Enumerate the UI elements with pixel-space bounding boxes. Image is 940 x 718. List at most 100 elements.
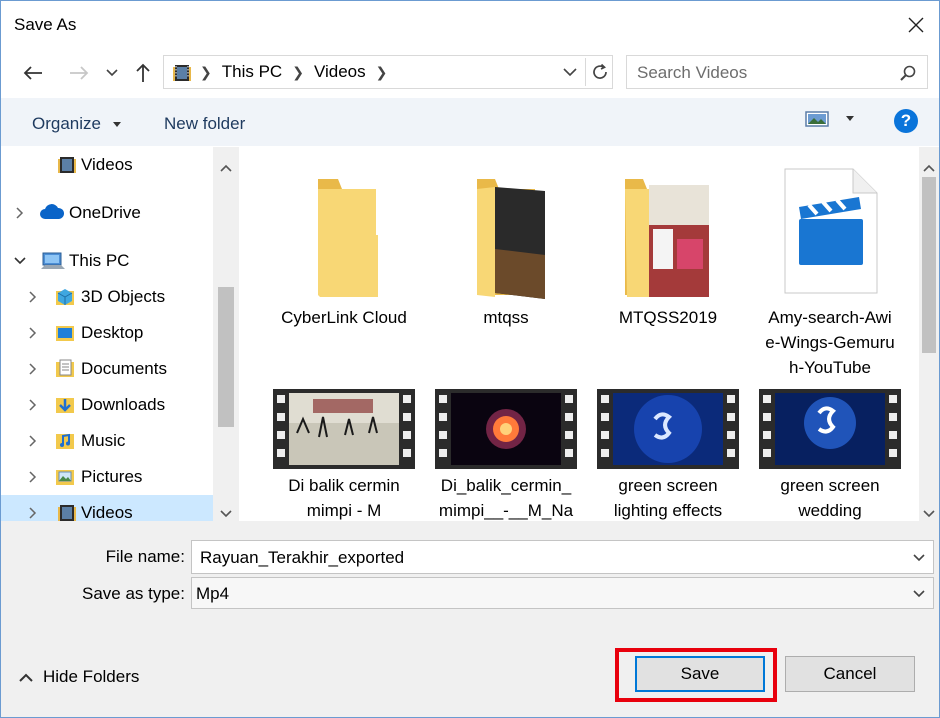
tree-label: Music bbox=[81, 431, 126, 450]
file-name-field[interactable]: Rayuan_Terakhir_exported bbox=[191, 540, 934, 574]
file-name: MTQSS2019 bbox=[587, 305, 749, 330]
help-icon[interactable]: ? bbox=[894, 109, 918, 133]
chevron-down-icon[interactable] bbox=[911, 586, 927, 602]
chevron-right-icon[interactable] bbox=[26, 362, 40, 376]
save-as-type-label: Save as type: bbox=[81, 584, 185, 603]
videos-folder-icon bbox=[172, 63, 192, 88]
cloud-icon bbox=[39, 203, 65, 223]
file-name-line: wedding bbox=[798, 501, 862, 520]
scroll-down-icon[interactable] bbox=[220, 503, 232, 521]
tree-item-desktop[interactable]: Desktop bbox=[1, 315, 213, 351]
chevron-down-icon[interactable] bbox=[13, 254, 27, 268]
scroll-down-icon[interactable] bbox=[923, 503, 935, 523]
file-item-video[interactable]: Di_balik_cermin_ mimpi__-__M_Na bbox=[425, 389, 587, 521]
file-name-line: mtqss bbox=[483, 308, 529, 327]
organize-label: Organize bbox=[32, 114, 101, 133]
chevron-right-icon[interactable] bbox=[26, 290, 40, 304]
hide-folders-button[interactable]: Hide Folders bbox=[19, 667, 139, 687]
back-button[interactable] bbox=[17, 59, 49, 87]
address-segment-videos[interactable]: Videos bbox=[306, 62, 374, 82]
videos-folder-icon bbox=[57, 503, 77, 521]
chevron-right-icon[interactable] bbox=[26, 470, 40, 484]
search-input[interactable]: Search Videos bbox=[626, 55, 928, 89]
tree-item-this-pc[interactable]: This PC bbox=[1, 243, 213, 279]
up-button[interactable] bbox=[129, 59, 157, 87]
chevron-right-icon[interactable] bbox=[26, 434, 40, 448]
arrow-left-icon bbox=[23, 66, 42, 80]
address-dropdown-button[interactable] bbox=[560, 62, 580, 82]
address-separator[interactable]: ❯ bbox=[290, 64, 306, 81]
video-thumbnail-icon bbox=[759, 389, 901, 474]
file-name: green screen wedding bbox=[749, 473, 911, 521]
desktop-folder-icon bbox=[55, 323, 75, 343]
address-separator[interactable]: ❯ bbox=[374, 64, 390, 81]
documents-folder-icon bbox=[55, 359, 75, 379]
file-item-video[interactable]: Amy-search-Awi e-Wings-Gemuru h-YouTube bbox=[749, 147, 911, 377]
save-button[interactable]: Save bbox=[635, 656, 765, 692]
chevron-right-icon[interactable] bbox=[26, 506, 40, 520]
address-segment-this-pc[interactable]: This PC bbox=[214, 62, 290, 82]
address-bar[interactable]: ❯ This PC ❯ Videos ❯ bbox=[163, 55, 613, 89]
file-name: Di balik cermin mimpi - M bbox=[263, 473, 425, 521]
tree-label: This PC bbox=[69, 251, 130, 270]
search-icon[interactable] bbox=[899, 64, 917, 87]
video-thumbnail-icon bbox=[597, 389, 739, 474]
tree-item-music[interactable]: Music bbox=[1, 423, 213, 459]
tree-label: OneDrive bbox=[69, 203, 141, 222]
tree-item-videos-top[interactable]: Videos bbox=[1, 147, 213, 183]
new-folder-button[interactable]: New folder bbox=[164, 114, 245, 134]
tree-item-documents[interactable]: Documents bbox=[1, 351, 213, 387]
music-folder-icon bbox=[55, 431, 75, 451]
scrollbar-thumb[interactable] bbox=[218, 287, 234, 427]
file-name-line: green screen bbox=[618, 476, 718, 495]
search-placeholder: Search Videos bbox=[637, 63, 748, 82]
file-item-video[interactable]: Di balik cermin mimpi - M bbox=[263, 389, 425, 521]
save-as-dialog: Save As ❯ This PC ❯ Videos ❯ Search Vide… bbox=[0, 0, 940, 718]
tree-item-videos[interactable]: Videos bbox=[1, 495, 213, 521]
save-as-type-select[interactable]: Mp4 bbox=[191, 577, 934, 609]
file-item-video[interactable]: green screen lighting effects bbox=[587, 389, 749, 521]
videos-folder-icon bbox=[57, 155, 77, 175]
close-button[interactable] bbox=[899, 11, 933, 39]
view-button[interactable] bbox=[805, 110, 855, 128]
cancel-button[interactable]: Cancel bbox=[785, 656, 915, 692]
navigation-scrollbar[interactable] bbox=[213, 147, 239, 521]
file-name-line: mimpi - M bbox=[306, 501, 382, 520]
chevron-right-icon[interactable] bbox=[13, 206, 27, 220]
scroll-up-icon[interactable] bbox=[923, 157, 935, 177]
scrollbar-thumb[interactable] bbox=[922, 177, 936, 353]
file-name-line: green screen bbox=[780, 476, 880, 495]
divider bbox=[585, 58, 586, 86]
file-name-line: MTQSS2019 bbox=[618, 308, 718, 327]
chevron-right-icon[interactable] bbox=[26, 398, 40, 412]
navigation-pane: Videos OneDrive This PC 3D Objects Deskt… bbox=[1, 147, 239, 521]
save-as-type-value: Mp4 bbox=[196, 584, 230, 603]
hide-folders-label: Hide Folders bbox=[43, 667, 140, 686]
forward-button[interactable] bbox=[63, 59, 95, 87]
chevron-up-icon bbox=[19, 673, 33, 682]
refresh-icon bbox=[593, 63, 607, 79]
computer-icon bbox=[41, 251, 65, 271]
tree-item-onedrive[interactable]: OneDrive bbox=[1, 195, 213, 231]
tree-item-pictures[interactable]: Pictures bbox=[1, 459, 213, 495]
organize-button[interactable]: Organize bbox=[32, 114, 122, 134]
tree-item-3d-objects[interactable]: 3D Objects bbox=[1, 279, 213, 315]
address-separator[interactable]: ❯ bbox=[198, 64, 214, 81]
tree-label: Downloads bbox=[81, 395, 166, 414]
content-scrollbar[interactable] bbox=[919, 147, 939, 521]
file-name: Amy-search-Awi e-Wings-Gemuru h-YouTube bbox=[749, 305, 911, 380]
chevron-right-icon[interactable] bbox=[26, 326, 40, 340]
file-item-folder[interactable]: CyberLink Cloud bbox=[263, 147, 425, 377]
file-item-folder[interactable]: MTQSS2019 bbox=[587, 147, 749, 377]
3d-objects-icon bbox=[55, 287, 75, 307]
file-name: CyberLink Cloud bbox=[263, 305, 425, 330]
close-icon bbox=[908, 17, 924, 33]
refresh-button[interactable] bbox=[588, 60, 612, 84]
tree-item-downloads[interactable]: Downloads bbox=[1, 387, 213, 423]
file-name-line: CyberLink Cloud bbox=[281, 308, 407, 327]
chevron-down-icon[interactable] bbox=[911, 550, 927, 566]
file-item-folder[interactable]: mtqss bbox=[425, 147, 587, 377]
recent-locations-button[interactable] bbox=[102, 63, 122, 83]
file-item-video[interactable]: green screen wedding bbox=[749, 389, 911, 521]
scroll-up-icon[interactable] bbox=[220, 157, 232, 177]
